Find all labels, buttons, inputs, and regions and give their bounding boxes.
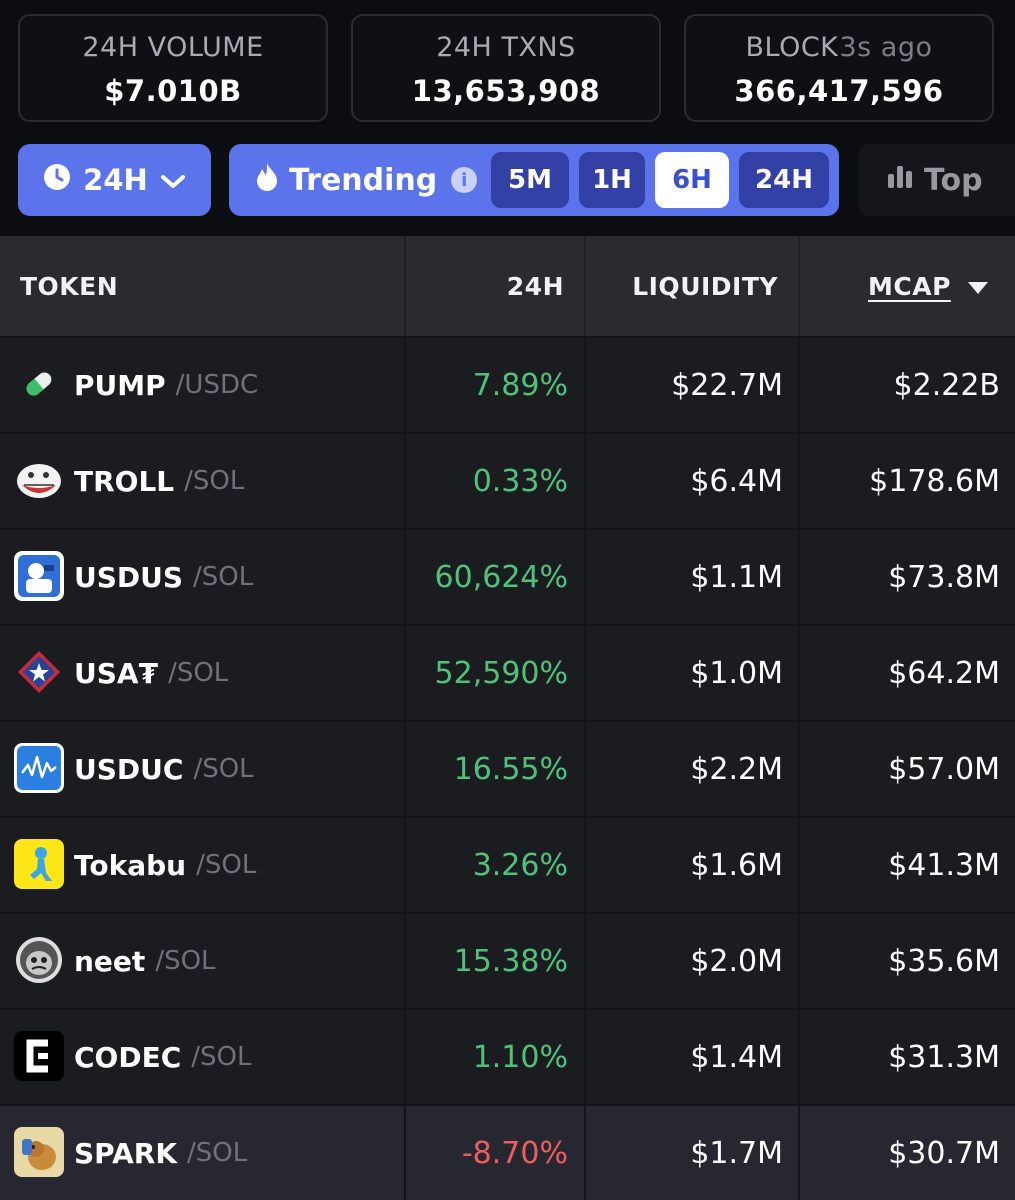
- timeframe-6h-button[interactable]: 6H: [655, 152, 729, 208]
- table-header: TOKEN 24H LIQUIDITY MCAP: [0, 236, 1015, 336]
- timeframe-1h-button[interactable]: 1H: [579, 152, 645, 208]
- header-token[interactable]: TOKEN: [20, 236, 118, 336]
- bar-chart-icon: [886, 162, 914, 198]
- column-divider: [798, 236, 800, 336]
- stat-card-volume: 24H VOLUME $7.010B: [18, 14, 328, 122]
- mcap-value: $41.3M: [888, 847, 1000, 883]
- table-row[interactable]: CODEC/SOL 1.10% $1.4M $31.3M: [0, 1008, 1015, 1104]
- table-row[interactable]: Tokabu/SOL 3.26% $1.6M $41.3M: [0, 816, 1015, 912]
- mcap-value: $35.6M: [888, 943, 1000, 979]
- mcap-value: $2.22B: [893, 367, 1000, 403]
- stat-value: $7.010B: [104, 74, 242, 108]
- table-row[interactable]: TROLL/SOL 0.33% $6.4M $178.6M: [0, 432, 1015, 528]
- column-divider: [584, 236, 586, 336]
- mcap-value: $30.7M: [888, 1135, 1000, 1171]
- table-row[interactable]: neet/SOL 15.38% $2.0M $35.6M: [0, 912, 1015, 1008]
- mcap-value: $64.2M: [888, 655, 1000, 691]
- table-row[interactable]: SPARK/SOL -8.70% $1.7M $30.7M: [0, 1104, 1015, 1200]
- stat-card-txns: 24H TXNS 13,653,908: [351, 14, 661, 122]
- stat-label: 24H VOLUME: [82, 32, 264, 63]
- top-button[interactable]: Top: [858, 144, 1015, 216]
- block-age: 3s ago: [839, 32, 933, 63]
- info-icon[interactable]: i: [451, 167, 478, 193]
- token-table: TOKEN 24H LIQUIDITY MCAP PUMP/USDC 7.89% $…: [0, 236, 1015, 1200]
- timeframe-5m-button[interactable]: 5M: [491, 152, 569, 208]
- table-row[interactable]: USDUC/SOL 16.55% $2.2M $57.0M: [0, 720, 1015, 816]
- mcap-value: $57.0M: [888, 751, 1000, 787]
- chevron-down-icon: [160, 163, 186, 197]
- filter-controls: 24H Trending i 5M 1H 6H 24H Top: [18, 144, 1015, 218]
- table-row[interactable]: USA₮/SOL 52,590% $1.0M $64.2M: [0, 624, 1015, 720]
- stat-label: BLOCK 3s ago: [686, 32, 992, 63]
- table-row[interactable]: USDUS/SOL 60,624% $1.1M $73.8M: [0, 528, 1015, 624]
- stat-value: 13,653,908: [411, 74, 601, 108]
- column-divider: [404, 236, 406, 336]
- header-liquidity[interactable]: LIQUIDITY: [632, 236, 778, 336]
- mcap-value: $178.6M: [869, 463, 1000, 499]
- header-mcap[interactable]: MCAP: [868, 236, 989, 336]
- mcap-value: $73.8M: [888, 559, 1000, 595]
- timeframe-24h-button[interactable]: 24H: [739, 152, 829, 208]
- sort-down-icon: [967, 272, 989, 301]
- stat-card-block: BLOCK 3s ago 366,417,596: [684, 14, 994, 122]
- header-mcap-label: MCAP: [868, 271, 951, 301]
- header-24h[interactable]: 24H: [507, 236, 564, 336]
- trending-button[interactable]: Trending i: [255, 144, 478, 216]
- time-range-label: 24H: [83, 163, 148, 197]
- top-label: Top: [924, 162, 983, 198]
- block-label: BLOCK: [745, 32, 839, 63]
- flame-icon: [255, 161, 279, 199]
- trending-group: Trending i 5M 1H 6H 24H: [229, 144, 839, 216]
- trending-label: Trending: [289, 162, 438, 198]
- table-body: PUMP/USDC 7.89% $22.7M $2.22B TROLL/SOL 0.33%…: [0, 336, 1015, 1200]
- stat-value: 366,417,596: [734, 74, 944, 108]
- clock-icon: [43, 163, 71, 198]
- table-row[interactable]: PUMP/USDC 7.89% $22.7M $2.22B: [0, 336, 1015, 432]
- stat-label: 24H TXNS: [436, 32, 576, 63]
- mcap-value: $31.3M: [888, 1039, 1000, 1075]
- stats-bar: 24H VOLUME $7.010B 24H TXNS 13,653,908 B…: [18, 14, 997, 126]
- time-range-dropdown[interactable]: 24H: [18, 144, 211, 216]
